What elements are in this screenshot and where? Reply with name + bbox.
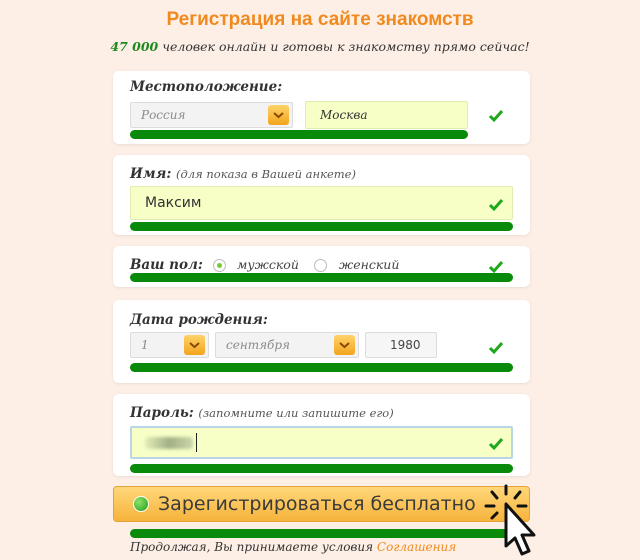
year-value: 1980 xyxy=(390,338,421,352)
online-text: человек онлайн и готовы к знакомству пря… xyxy=(162,39,530,54)
month-value: сентября xyxy=(226,338,291,352)
name-input[interactable]: Максим xyxy=(130,186,513,220)
register-valid-bar xyxy=(130,529,513,538)
location-valid-bar xyxy=(130,130,468,139)
month-select[interactable]: сентября xyxy=(215,332,359,358)
radio-female-label[interactable]: женский xyxy=(339,257,399,272)
day-select[interactable]: 1 xyxy=(130,332,209,358)
country-value: Россия xyxy=(141,108,186,122)
register-button[interactable]: Зарегистрироваться бесплатно xyxy=(113,486,530,522)
password-hint: (запомните или запишите его) xyxy=(198,406,394,420)
password-input[interactable] xyxy=(130,426,513,459)
name-label: Имя: xyxy=(130,166,172,182)
day-value: 1 xyxy=(141,338,149,352)
radio-male-label[interactable]: мужской xyxy=(237,257,299,272)
gender-label: Ваш пол: xyxy=(130,257,203,273)
text-caret xyxy=(196,433,197,452)
terms-text: Продолжая, Вы принимаете условия Соглаше… xyxy=(130,540,456,554)
city-value: Москва xyxy=(320,108,368,122)
check-icon xyxy=(489,342,503,355)
password-label-wrap: Пароль: (запомните или запишите его) xyxy=(130,405,394,421)
radio-female[interactable] xyxy=(314,259,327,272)
gender-card: Ваш пол: мужской женский xyxy=(113,246,530,287)
cursor-hand-icon xyxy=(484,484,536,556)
terms-prefix: Продолжая, Вы принимаете условия xyxy=(130,540,374,554)
location-card: Местоположение: Россия Москва xyxy=(113,71,530,144)
name-value: Максим xyxy=(145,195,202,211)
check-icon xyxy=(489,110,503,123)
country-select[interactable]: Россия xyxy=(130,102,293,128)
check-icon xyxy=(489,199,503,212)
chevron-down-icon[interactable] xyxy=(334,335,355,355)
radio-male[interactable] xyxy=(213,259,226,272)
name-hint: (для показа в Вашей анкете) xyxy=(176,167,356,181)
birthdate-valid-bar xyxy=(130,363,513,372)
city-input[interactable]: Москва xyxy=(305,101,468,129)
check-icon xyxy=(489,438,503,451)
chevron-down-icon[interactable] xyxy=(268,105,289,125)
password-label: Пароль: xyxy=(130,405,194,421)
birthdate-label: Дата рождения: xyxy=(130,312,268,328)
name-valid-bar xyxy=(130,222,513,231)
location-label: Местоположение: xyxy=(130,79,283,95)
terms-link[interactable]: Соглашения xyxy=(377,540,456,554)
name-card: Имя: (для показа в Вашей анкете) Максим xyxy=(113,155,530,235)
check-icon xyxy=(489,261,503,274)
chevron-down-icon[interactable] xyxy=(184,335,205,355)
register-button-label: Зарегистрироваться бесплатно xyxy=(158,493,476,515)
password-card: Пароль: (запомните или запишите его) xyxy=(113,394,530,476)
online-subtitle: 47 000 человек онлайн и готовы к знакомс… xyxy=(0,39,640,54)
online-count: 47 000 xyxy=(110,39,159,54)
masked-password xyxy=(145,437,193,449)
page-title: Регистрация на сайте знакомств xyxy=(166,9,474,30)
birthdate-card: Дата рождения: 1 сентября 1980 xyxy=(113,300,530,383)
green-dot-icon xyxy=(133,496,149,512)
year-field[interactable]: 1980 xyxy=(365,332,437,358)
password-valid-bar xyxy=(130,464,513,473)
gender-valid-bar xyxy=(130,273,513,282)
name-label-wrap: Имя: (для показа в Вашей анкете) xyxy=(130,166,356,182)
